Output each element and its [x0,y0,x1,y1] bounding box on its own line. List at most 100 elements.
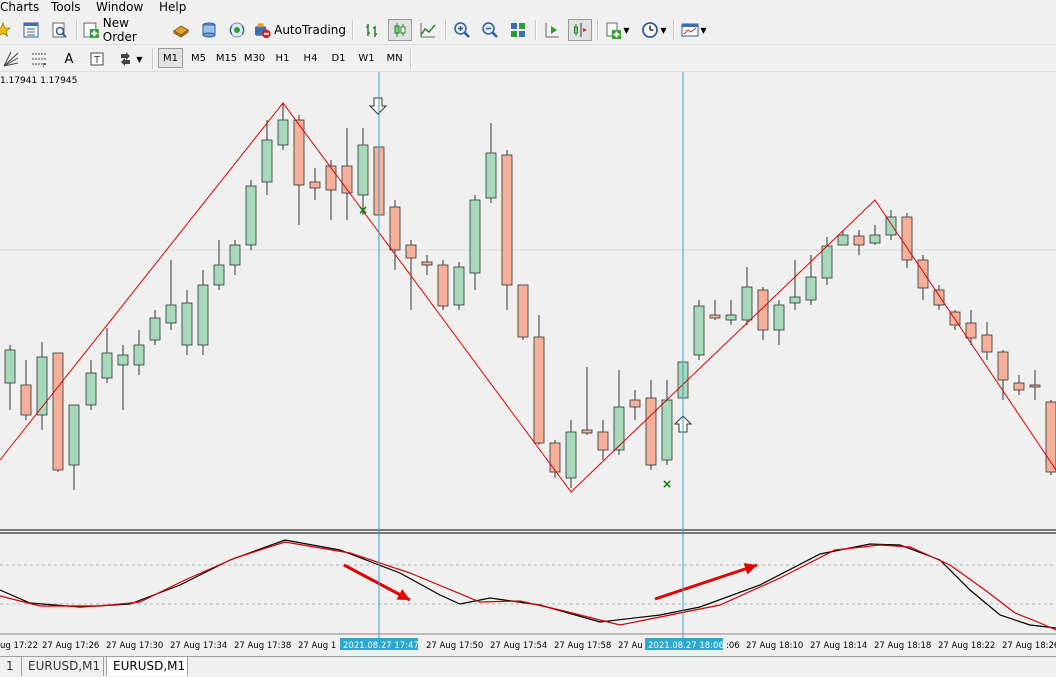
oscillator-main-line [0,539,1056,629]
menu-help[interactable]: Help [159,0,186,14]
timeframe-d1[interactable]: D1 [326,48,351,68]
gann-fan-icon[interactable] [0,48,22,70]
candle-body [421,261,433,266]
data-window-icon[interactable] [20,19,42,41]
candle-body [997,351,1009,381]
candle-body [277,119,289,146]
new-order-icon [83,22,99,38]
candle-body [565,431,577,479]
candle-body [693,305,705,356]
chevron-down-icon: ▼ [660,25,667,35]
chart-tab[interactable]: 1 [0,657,22,676]
timeframe-m30[interactable]: M30 [242,48,267,68]
candle-body [789,296,801,304]
menu-bar: Charts Tools Window Help [0,0,1056,16]
candlestick-chart-icon[interactable] [388,19,412,41]
price-chart[interactable]: × × ug 17:22 27 Aug 17:26 27 Aug 17:30 27 Au… [0,72,1056,656]
candle-body [213,264,225,286]
text-label-icon[interactable]: T [86,48,108,70]
candle-body [757,289,769,331]
timeframe-h4[interactable]: H4 [298,48,323,68]
arrows-icon [121,52,131,66]
candle-body [68,404,80,466]
time-axis-label: 27 Aug 17:34 [170,641,227,651]
timeframe-w1[interactable]: W1 [354,48,379,68]
signals-icon[interactable] [226,19,248,41]
timeframe-m15[interactable]: M15 [214,48,239,68]
timeframe-h1[interactable]: H1 [270,48,295,68]
candle-body [101,352,113,379]
tile-windows-icon[interactable] [506,19,530,41]
sell-arrow-icon [368,97,388,115]
toolbar-separator [152,49,154,69]
candle-body [773,304,785,331]
arrows-dropdown[interactable]: ▼ [114,48,146,70]
svg-text:T: T [93,55,101,66]
zoom-in-icon[interactable] [450,19,474,41]
time-axis-label: 27 Aug 18:10 [746,641,803,651]
autotrading-button[interactable]: AutoTrading [254,19,346,41]
time-axis-label: 27 Aug 17:50 [426,641,483,651]
svg-text:F: F [43,63,46,68]
candle-body [581,429,593,434]
zoom-out-icon[interactable] [478,19,502,41]
candle-body [165,304,177,324]
menu-tools[interactable]: Tools [51,0,81,14]
candle-body [181,302,193,346]
candle-body [549,442,561,473]
line-studies-toolbar: F A T ▼ M1 M5 M15 M30 H1 H4 D1 W1 MN [0,45,1056,72]
toolbar-separator [597,20,599,40]
time-axis-label: 27 Aug 18:14 [810,641,867,651]
candle-body [52,352,64,471]
oscillator-signal-line [0,541,1056,631]
clock-icon [642,22,659,38]
timeframe-m1[interactable]: M1 [158,48,183,68]
candle-body [661,399,673,461]
candle-body [933,289,945,306]
signal-x-icon: × [662,477,672,491]
candle-body [405,244,417,259]
indicators-dropdown[interactable]: ▼ [602,19,632,41]
market-database-icon[interactable] [198,19,220,41]
menu-charts[interactable]: Charts [0,0,39,14]
candle-body [437,264,449,307]
templates-dropdown[interactable]: ▼ [678,19,710,41]
favorites-star-icon[interactable] [0,19,12,41]
candle-body [917,259,929,289]
chart-tab[interactable]: EURUSD,M1 [22,657,104,676]
time-axis-label: ug 17:22 [0,641,38,651]
new-order-button[interactable]: New Order [82,16,166,44]
periods-dropdown[interactable]: ▼ [638,19,670,41]
candle-body [805,276,817,301]
time-axis-label: 27 Aug 17:30 [106,641,163,651]
menu-window[interactable]: Window [96,0,143,14]
candle-body [245,185,257,246]
chevron-down-icon: ▼ [136,54,143,64]
toolbar-separator [76,20,78,40]
toolbar-separator [352,20,354,40]
text-tool-icon[interactable]: A [58,48,80,70]
template-icon [681,23,699,37]
auto-scroll-icon[interactable] [540,19,564,41]
timeframe-m5[interactable]: M5 [186,48,211,68]
candle-body [853,235,865,246]
chart-window[interactable]: × × ug 17:22 27 Aug 17:26 27 Aug 17:30 27 Au… [0,72,1056,656]
line-chart-icon[interactable] [416,19,440,41]
timeframe-mn[interactable]: MN [382,48,407,68]
strategy-tester-icon[interactable] [48,19,70,41]
candle-body [533,336,545,444]
time-axis-label: :06 [726,641,740,651]
new-order-label: New Order [102,16,137,44]
chart-shift-icon[interactable] [568,19,592,41]
candle-body [261,139,273,183]
candle-body [885,216,897,236]
candle-body [229,244,241,266]
chart-tab-active[interactable]: EURUSD,M1 [106,657,188,676]
bar-chart-icon[interactable] [360,19,384,41]
toolbar-separator [410,49,412,69]
expert-advisor-icon[interactable] [170,19,192,41]
ohlc-readout: 1.17941 1.17945 [0,76,78,86]
fibonacci-icon[interactable]: F [28,48,50,70]
indicators-icon [606,22,622,39]
time-axis-label: 27 Aug 17:58 [554,641,611,651]
